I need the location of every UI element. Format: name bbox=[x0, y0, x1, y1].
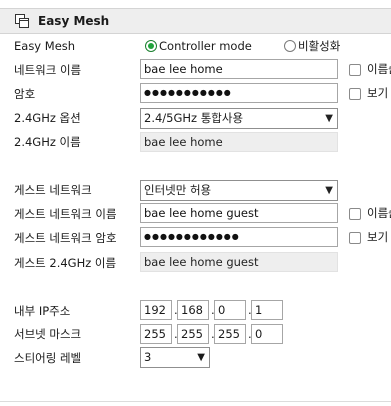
guest-name-label: 게스트 네트워크 이름 bbox=[14, 207, 117, 221]
guest-password-label: 게스트 네트워크 암호 bbox=[14, 231, 117, 245]
guest-network-value: 인터넷만 허용 bbox=[144, 183, 212, 197]
copy-windows-icon bbox=[15, 14, 29, 28]
steering-level-label: 스티어링 레벨 bbox=[14, 351, 82, 365]
dropdown-arrow-icon: ▼ bbox=[325, 113, 333, 124]
bottom-divider bbox=[0, 401, 391, 402]
mask-octet-1-input[interactable]: 255 bbox=[140, 324, 172, 344]
show-password-label: 보기 bbox=[367, 86, 389, 100]
guest-network-label: 게스트 네트워크 bbox=[14, 183, 92, 197]
subnet-mask-label: 서브넷 마스크 bbox=[14, 327, 82, 341]
hide-name-label: 이름숨 bbox=[367, 62, 391, 76]
password-label: 암호 bbox=[14, 87, 36, 101]
ip-octet-2-input[interactable]: 168 bbox=[177, 300, 209, 320]
network-name-input[interactable]: bae lee home bbox=[140, 59, 338, 79]
panel-title: Easy Mesh bbox=[38, 14, 110, 28]
steering-level-value: 3 bbox=[144, 350, 152, 364]
hide-name-checkbox[interactable] bbox=[349, 64, 361, 76]
band-option-label: 2.4GHz 옵션 bbox=[14, 111, 81, 125]
internal-ip-label: 내부 IP주소 bbox=[14, 304, 71, 318]
steering-level-select[interactable]: 3 ▼ bbox=[140, 347, 210, 368]
ip-octet-3-input[interactable]: 0 bbox=[214, 300, 246, 320]
show-password-checkbox[interactable] bbox=[349, 88, 361, 100]
guest-network-select[interactable]: 인터넷만 허용 ▼ bbox=[140, 180, 338, 201]
guest-name-24-field: bae lee home guest bbox=[140, 252, 338, 272]
hide-guest-name-checkbox[interactable] bbox=[349, 208, 361, 220]
password-input[interactable]: ●●●●●●●●●●● bbox=[140, 83, 338, 103]
controller-mode-label: Controller mode bbox=[159, 39, 252, 53]
guest-password-input[interactable]: ●●●●●●●●●●●● bbox=[140, 227, 338, 247]
panel-header: Easy Mesh bbox=[0, 8, 391, 34]
easy-mesh-label: Easy Mesh bbox=[14, 39, 76, 53]
disable-radio[interactable] bbox=[284, 40, 296, 52]
mask-octet-2-input[interactable]: 255 bbox=[177, 324, 209, 344]
guest-name-24-label: 게스트 2.4GHz 이름 bbox=[14, 256, 117, 270]
dropdown-arrow-icon: ▼ bbox=[197, 352, 205, 363]
band-option-select[interactable]: 2.4/5GHz 통합사용 ▼ bbox=[140, 108, 338, 129]
show-guest-password-label: 보기 bbox=[367, 230, 389, 244]
disable-label: 비활성화 bbox=[298, 39, 341, 53]
band-option-value: 2.4/5GHz 통합사용 bbox=[144, 111, 244, 125]
show-guest-password-checkbox[interactable] bbox=[349, 232, 361, 244]
ip-octet-1-input[interactable]: 192 bbox=[140, 300, 172, 320]
mask-octet-3-input[interactable]: 255 bbox=[214, 324, 246, 344]
name-24-label: 2.4GHz 이름 bbox=[14, 135, 81, 149]
network-name-label: 네트워크 이름 bbox=[14, 63, 82, 77]
hide-guest-name-label: 이름숨 bbox=[367, 206, 391, 220]
name-24-field: bae lee home bbox=[140, 132, 338, 152]
mask-octet-4-input[interactable]: 0 bbox=[251, 324, 283, 344]
controller-mode-radio[interactable] bbox=[145, 40, 157, 52]
guest-name-input[interactable]: bae lee home guest bbox=[140, 203, 338, 223]
dropdown-arrow-icon: ▼ bbox=[325, 185, 333, 196]
ip-octet-4-input[interactable]: 1 bbox=[251, 300, 283, 320]
